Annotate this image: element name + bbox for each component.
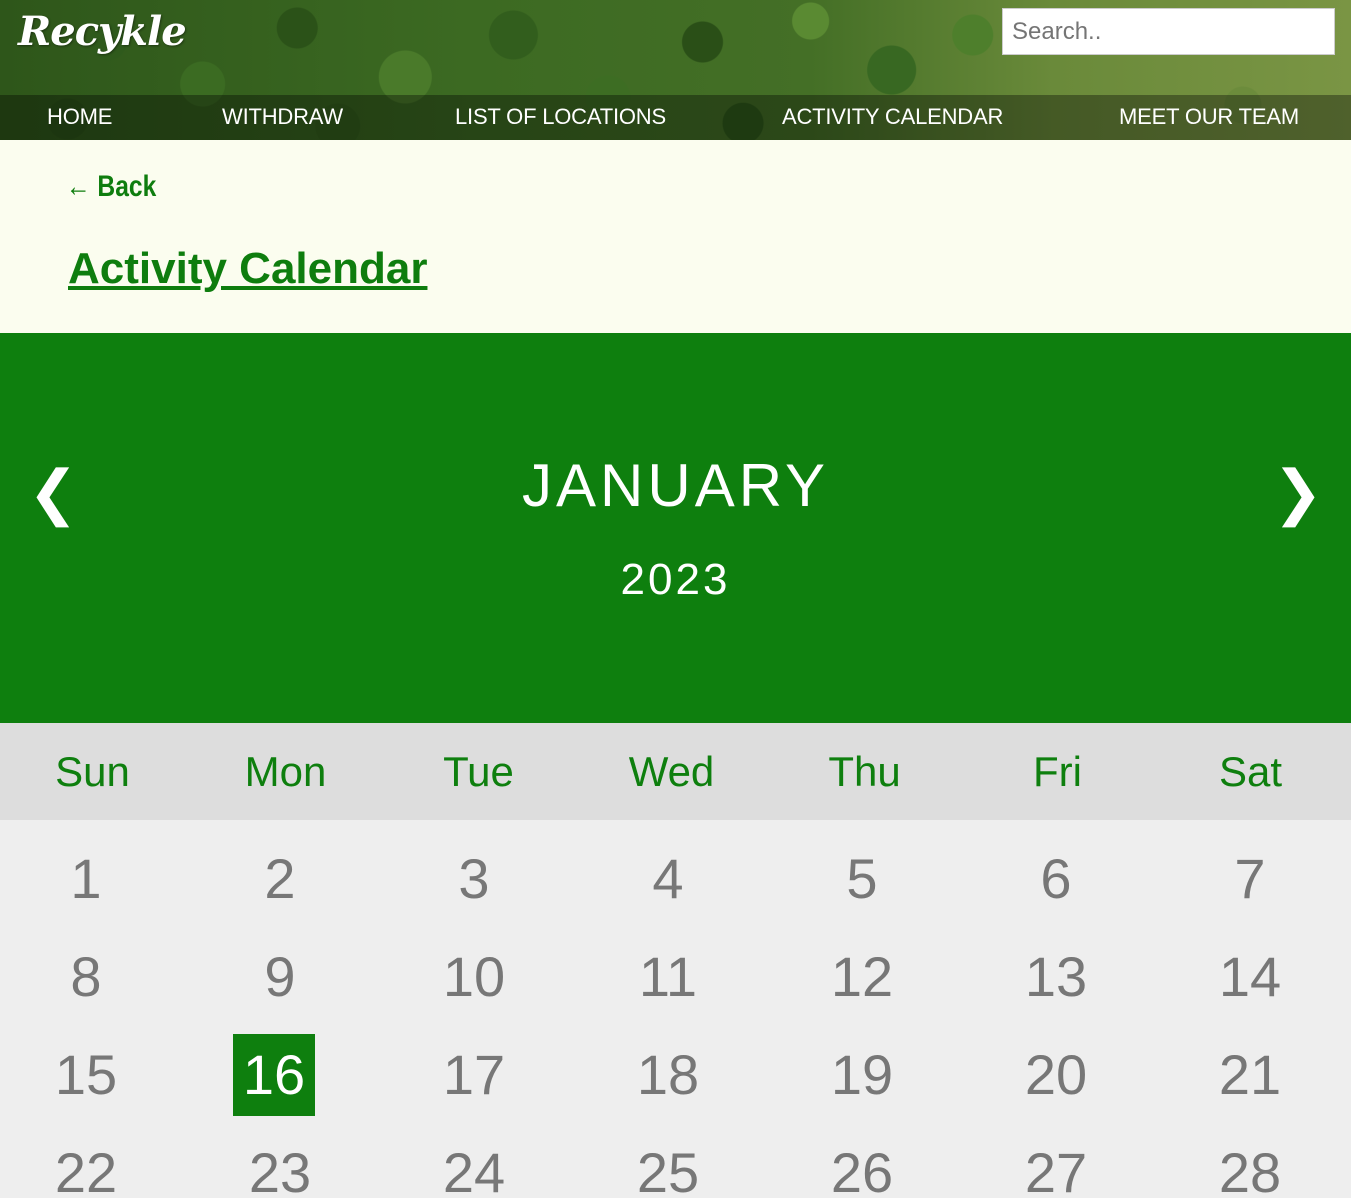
site-logo[interactable]: Recykle	[18, 8, 187, 55]
day-cell[interactable]: 2	[239, 838, 321, 920]
day-cell[interactable]: 3	[433, 838, 515, 920]
site-header: Recykle HOME WITHDRAW LIST OF LOCATIONS …	[0, 0, 1351, 140]
day-cell[interactable]: 26	[821, 1132, 903, 1198]
weekday-mon: Mon	[244, 747, 327, 795]
day-cell[interactable]: 7	[1209, 838, 1291, 920]
day-cell-active[interactable]: 16	[233, 1034, 315, 1116]
page-title: Activity Calendar	[68, 244, 428, 293]
day-cell[interactable]: 4	[627, 838, 709, 920]
day-cell[interactable]: 11	[627, 936, 709, 1018]
day-cell[interactable]: 23	[239, 1132, 321, 1198]
nav-activity-calendar-link[interactable]: ACTIVITY CALENDAR	[782, 104, 1003, 130]
day-cell[interactable]: 12	[821, 936, 903, 1018]
day-cell[interactable]: 21	[1209, 1034, 1291, 1116]
day-cell[interactable]: 13	[1015, 936, 1097, 1018]
weekday-tue: Tue	[443, 747, 514, 795]
day-cell[interactable]: 1	[45, 838, 127, 920]
day-cell[interactable]: 22	[45, 1132, 127, 1198]
back-link[interactable]: ← Back	[66, 170, 156, 204]
nav-home-link[interactable]: HOME	[47, 104, 112, 130]
day-cell[interactable]: 5	[821, 838, 903, 920]
page-title-area: ← Back Activity Calendar	[0, 140, 1351, 333]
day-cell[interactable]: 19	[821, 1034, 903, 1116]
day-cell[interactable]: 15	[45, 1034, 127, 1116]
day-cell[interactable]: 25	[627, 1132, 709, 1198]
day-cell[interactable]: 10	[433, 936, 515, 1018]
weekday-header-row: Sun Mon Tue Wed Thu Fri Sat	[0, 723, 1351, 820]
month-banner: ❮ JANUARY 2023 ❯	[0, 333, 1351, 723]
year-label: 2023	[620, 555, 731, 604]
main-nav: HOME WITHDRAW LIST OF LOCATIONS ACTIVITY…	[0, 95, 1351, 140]
weekday-fri: Fri	[1033, 747, 1082, 795]
weekday-wed: Wed	[628, 747, 715, 795]
nav-withdraw-link[interactable]: WITHDRAW	[222, 104, 343, 130]
nav-list-of-locations-link[interactable]: LIST OF LOCATIONS	[455, 104, 666, 130]
search-input[interactable]	[1002, 8, 1335, 55]
day-cell[interactable]: 9	[239, 936, 321, 1018]
weekday-thu: Thu	[828, 747, 901, 795]
day-cell[interactable]: 18	[627, 1034, 709, 1116]
day-cell[interactable]: 17	[433, 1034, 515, 1116]
day-cell[interactable]: 24	[433, 1132, 515, 1198]
nav-meet-our-team-link[interactable]: MEET OUR TEAM	[1119, 104, 1299, 130]
next-month-icon[interactable]: ❯	[1273, 463, 1323, 523]
weekday-sun: Sun	[55, 747, 130, 795]
day-cell[interactable]: 8	[45, 936, 127, 1018]
day-cell[interactable]: 14	[1209, 936, 1291, 1018]
days-grid: 1 2 3 4 5 6 7 8 9 10 11 12 13 14 15 16 17 18 19 20 21 22 23 24 2…	[0, 820, 1351, 1198]
day-cell[interactable]: 20	[1015, 1034, 1097, 1116]
day-cell[interactable]: 6	[1015, 838, 1097, 920]
month-name: JANUARY	[522, 452, 829, 519]
day-cell[interactable]: 27	[1015, 1132, 1097, 1198]
day-cell[interactable]: 28	[1209, 1132, 1291, 1198]
weekday-sat: Sat	[1218, 747, 1283, 795]
